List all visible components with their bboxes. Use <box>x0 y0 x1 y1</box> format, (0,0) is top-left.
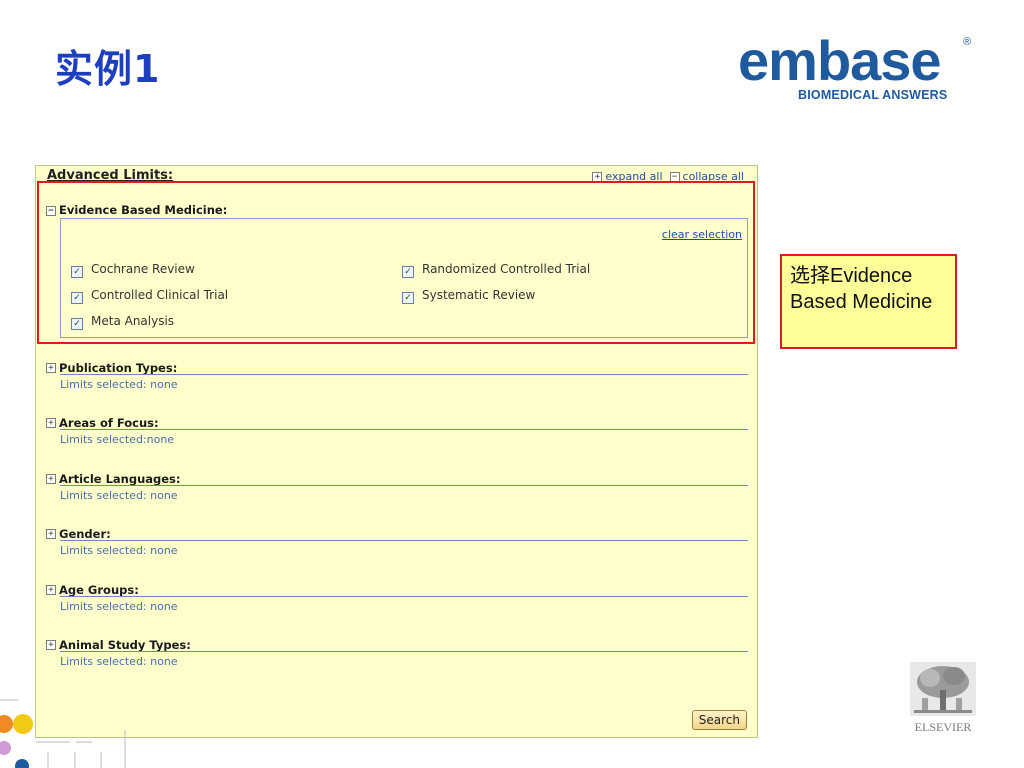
expand-section-icon[interactable]: + <box>46 639 56 650</box>
expand-section-icon[interactable]: + <box>46 528 56 539</box>
section-title: Animal Study Types: <box>59 638 191 652</box>
section-divider <box>60 596 748 597</box>
section-status: Limits selected: none <box>60 378 178 391</box>
expand-section-icon[interactable]: + <box>46 362 56 373</box>
elsevier-logo: ELSEVIER <box>908 660 978 738</box>
section-age-groups[interactable]: + Age Groups: Limits selected: none <box>46 579 748 613</box>
section-publication-types[interactable]: + Publication Types: Limits selected: non… <box>46 357 748 391</box>
section-title: Article Languages: <box>59 472 181 486</box>
tree-emblem-icon <box>910 662 976 716</box>
section-title: Gender: <box>59 527 111 541</box>
section-areas-of-focus[interactable]: + Areas of Focus: Limits selected:none <box>46 412 748 446</box>
highlight-frame <box>37 181 755 344</box>
logo-registered-mark: ® <box>963 36 972 48</box>
section-animal-study-types[interactable]: + Animal Study Types: Limits selected: no… <box>46 634 748 668</box>
logo-wordmark: embase <box>738 29 942 92</box>
section-divider <box>60 429 748 430</box>
section-title: Age Groups: <box>59 583 139 597</box>
expand-section-icon[interactable]: + <box>46 584 56 595</box>
section-divider <box>60 651 748 652</box>
section-status: Limits selected: none <box>60 600 178 613</box>
section-status: Limits selected: none <box>60 544 178 557</box>
section-divider <box>60 485 748 486</box>
section-divider <box>60 374 748 375</box>
annotation-callout: 选择Evidence Based Medicine <box>780 254 957 349</box>
search-button[interactable]: Search <box>691 710 747 730</box>
expand-section-icon[interactable]: + <box>46 473 56 484</box>
embase-logo: embase ® BIOMEDICAL ANSWERS <box>738 29 978 106</box>
logo-tagline: BIOMEDICAL ANSWERS <box>798 88 948 102</box>
section-status: Limits selected: none <box>60 655 178 668</box>
section-gender[interactable]: + Gender: Limits selected: none <box>46 523 748 557</box>
expand-section-icon[interactable]: + <box>46 417 56 428</box>
section-status: Limits selected: none <box>60 489 178 502</box>
section-article-languages[interactable]: + Article Languages: Limits selected: non… <box>46 468 748 502</box>
slide-title: 实例1 <box>55 47 161 91</box>
section-title: Publication Types: <box>59 361 178 375</box>
elsevier-wordmark: ELSEVIER <box>914 720 972 734</box>
decorative-dots-graphic <box>0 699 126 768</box>
section-title: Areas of Focus: <box>59 416 159 430</box>
section-status: Limits selected:none <box>60 433 175 446</box>
section-divider <box>60 540 748 541</box>
